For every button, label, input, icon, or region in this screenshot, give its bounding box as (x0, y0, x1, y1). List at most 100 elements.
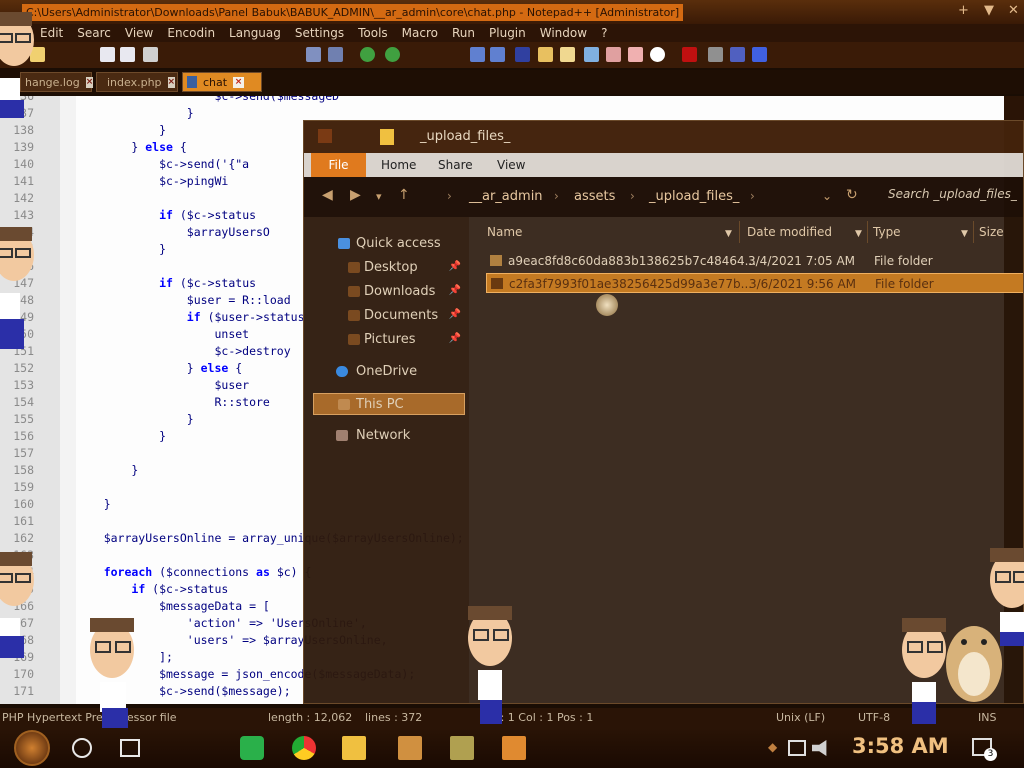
show-all-chars-icon[interactable] (490, 47, 505, 62)
taskbar-clock[interactable]: 3:58 AM (852, 734, 949, 758)
search-icon[interactable] (72, 738, 92, 758)
spreadsheet-app-icon[interactable] (240, 736, 264, 760)
ribbon-tab-share[interactable]: Share (438, 158, 473, 172)
breadcrumb-upload-files[interactable]: _upload_files_ (649, 189, 739, 204)
indent-guide-icon[interactable] (515, 47, 530, 62)
notepad-close-icon[interactable]: ✕ (1008, 3, 1019, 18)
ribbon-tab-home[interactable]: Home (381, 158, 416, 172)
menu-plugins[interactable]: Plugin (489, 26, 526, 40)
desktop-mascot[interactable] (82, 612, 152, 732)
nav-documents[interactable]: Documents 📌 (304, 305, 469, 327)
task-view-icon[interactable] (120, 739, 140, 757)
menu-window[interactable]: Window (540, 26, 587, 40)
desktop-mascot[interactable] (462, 600, 522, 732)
zoom-out-icon[interactable] (385, 47, 400, 62)
list-item-selected[interactable]: c2fa3f7993f01ae38256425d99a3e77b... 3/6/… (486, 273, 1023, 293)
nav-pictures[interactable]: Pictures 📌 (304, 329, 469, 351)
doc-map-icon[interactable] (538, 47, 553, 62)
run-macro-multiple-icon[interactable] (752, 47, 767, 62)
column-header-size[interactable]: Size (979, 225, 1004, 239)
menu-language[interactable]: Languag (229, 26, 281, 40)
close-tab-icon[interactable]: × (167, 76, 176, 88)
close-tab-icon[interactable]: × (233, 76, 245, 88)
status-eol: Unix (LF) (776, 711, 826, 724)
nav-onedrive[interactable]: OneDrive (304, 361, 469, 383)
print-icon[interactable] (143, 47, 158, 62)
word-wrap-icon[interactable] (470, 47, 485, 62)
menu-macro[interactable]: Macro (402, 26, 438, 40)
notepad-app-icon[interactable] (450, 736, 474, 760)
folder-workspace-icon[interactable] (584, 47, 599, 62)
notepad-new-tab-icon[interactable]: + (958, 3, 969, 18)
column-header-type[interactable]: Type (873, 225, 901, 239)
menu-help[interactable]: ? (601, 26, 607, 40)
menu-search[interactable]: Searc (77, 26, 111, 40)
ribbon-tab-file[interactable]: File (311, 153, 366, 177)
app-icon[interactable] (398, 736, 422, 760)
menu-edit[interactable]: Edit (40, 26, 63, 40)
show-hidden-icons-icon[interactable]: ◆ (768, 740, 777, 754)
network-icon[interactable] (788, 740, 806, 756)
ribbon-tab-view[interactable]: View (497, 158, 525, 172)
eye-icon[interactable] (650, 47, 665, 62)
chevron-down-icon[interactable]: ⌄ (822, 189, 832, 203)
file-explorer-icon[interactable] (342, 736, 366, 760)
stop-macro-icon[interactable] (708, 47, 723, 62)
forward-arrow-icon[interactable]: ▶ (350, 187, 361, 203)
chevron-down-icon[interactable]: ▼ (725, 229, 732, 239)
zoom-in-icon[interactable] (360, 47, 375, 62)
desktop-mascot[interactable] (0, 540, 40, 664)
nav-this-pc[interactable]: This PC (313, 393, 465, 415)
chevron-down-icon[interactable]: ▼ (961, 229, 968, 239)
recent-locations-icon[interactable]: ▾ (376, 190, 382, 203)
nav-network[interactable]: Network (304, 425, 469, 447)
column-divider[interactable] (739, 221, 740, 243)
column-divider[interactable] (973, 221, 974, 243)
column-header-name[interactable]: Name (487, 225, 522, 239)
nav-quick-access[interactable]: Quick access (304, 233, 469, 255)
desktop-mascot[interactable] (0, 0, 40, 124)
monitoring-icon[interactable] (606, 47, 621, 62)
tab-chat-php[interactable]: chat × (182, 72, 262, 92)
notepad-title-bar[interactable]: C:\Users\Administrator\Downloads\Panel B… (0, 0, 1024, 24)
search-input[interactable]: Search _upload_files_ (888, 187, 1023, 209)
breadcrumb-ar-admin[interactable]: __ar_admin (469, 189, 543, 204)
save-all-icon[interactable] (120, 47, 135, 62)
up-arrow-icon[interactable]: ↑ (398, 187, 410, 203)
chevron-down-icon[interactable]: ▼ (855, 229, 862, 239)
list-item[interactable]: a9eac8fd8c60da883b138625b7c48464... 3/4/… (486, 251, 1023, 271)
explorer-title-bar[interactable]: _upload_files_ (304, 121, 1023, 153)
find-icon[interactable] (306, 47, 321, 62)
column-divider[interactable] (867, 221, 868, 243)
volume-muted-icon[interactable] (812, 740, 827, 756)
chrome-icon[interactable] (292, 736, 316, 760)
start-button-icon[interactable] (14, 730, 50, 766)
record-macro-icon[interactable] (682, 47, 697, 62)
save-icon[interactable] (100, 47, 115, 62)
back-arrow-icon[interactable]: ◀ (322, 187, 333, 203)
mascot-figure (0, 227, 34, 349)
breadcrumb-assets[interactable]: assets (574, 189, 615, 204)
menu-encoding[interactable]: Encodin (167, 26, 215, 40)
play-macro-icon[interactable] (730, 47, 745, 62)
nav-downloads[interactable]: Downloads 📌 (304, 281, 469, 303)
menu-run[interactable]: Run (452, 26, 475, 40)
nav-desktop[interactable]: Desktop 📌 (304, 257, 469, 279)
status-length: length : 12,062 (268, 711, 353, 724)
app-icon[interactable] (502, 736, 526, 760)
replace-icon[interactable] (328, 47, 343, 62)
folder-icon[interactable] (628, 47, 643, 62)
menu-view[interactable]: View (125, 26, 153, 40)
menu-tools[interactable]: Tools (358, 26, 388, 40)
code-line[interactable]: 136 $c->send($messageD (0, 96, 1004, 105)
close-tab-icon[interactable]: × (85, 76, 94, 88)
column-header-date[interactable]: Date modified (747, 225, 832, 239)
notepad-dropdown-icon[interactable]: ▼ (984, 3, 994, 18)
code-text: } (76, 463, 139, 477)
menu-settings[interactable]: Settings (295, 26, 344, 40)
refresh-icon[interactable]: ↻ (846, 187, 858, 203)
desktop-mascot[interactable] (0, 215, 40, 359)
desktop-mascot[interactable] (986, 542, 1024, 666)
function-list-icon[interactable] (560, 47, 575, 62)
tab-index-php[interactable]: index.php × (96, 72, 178, 92)
